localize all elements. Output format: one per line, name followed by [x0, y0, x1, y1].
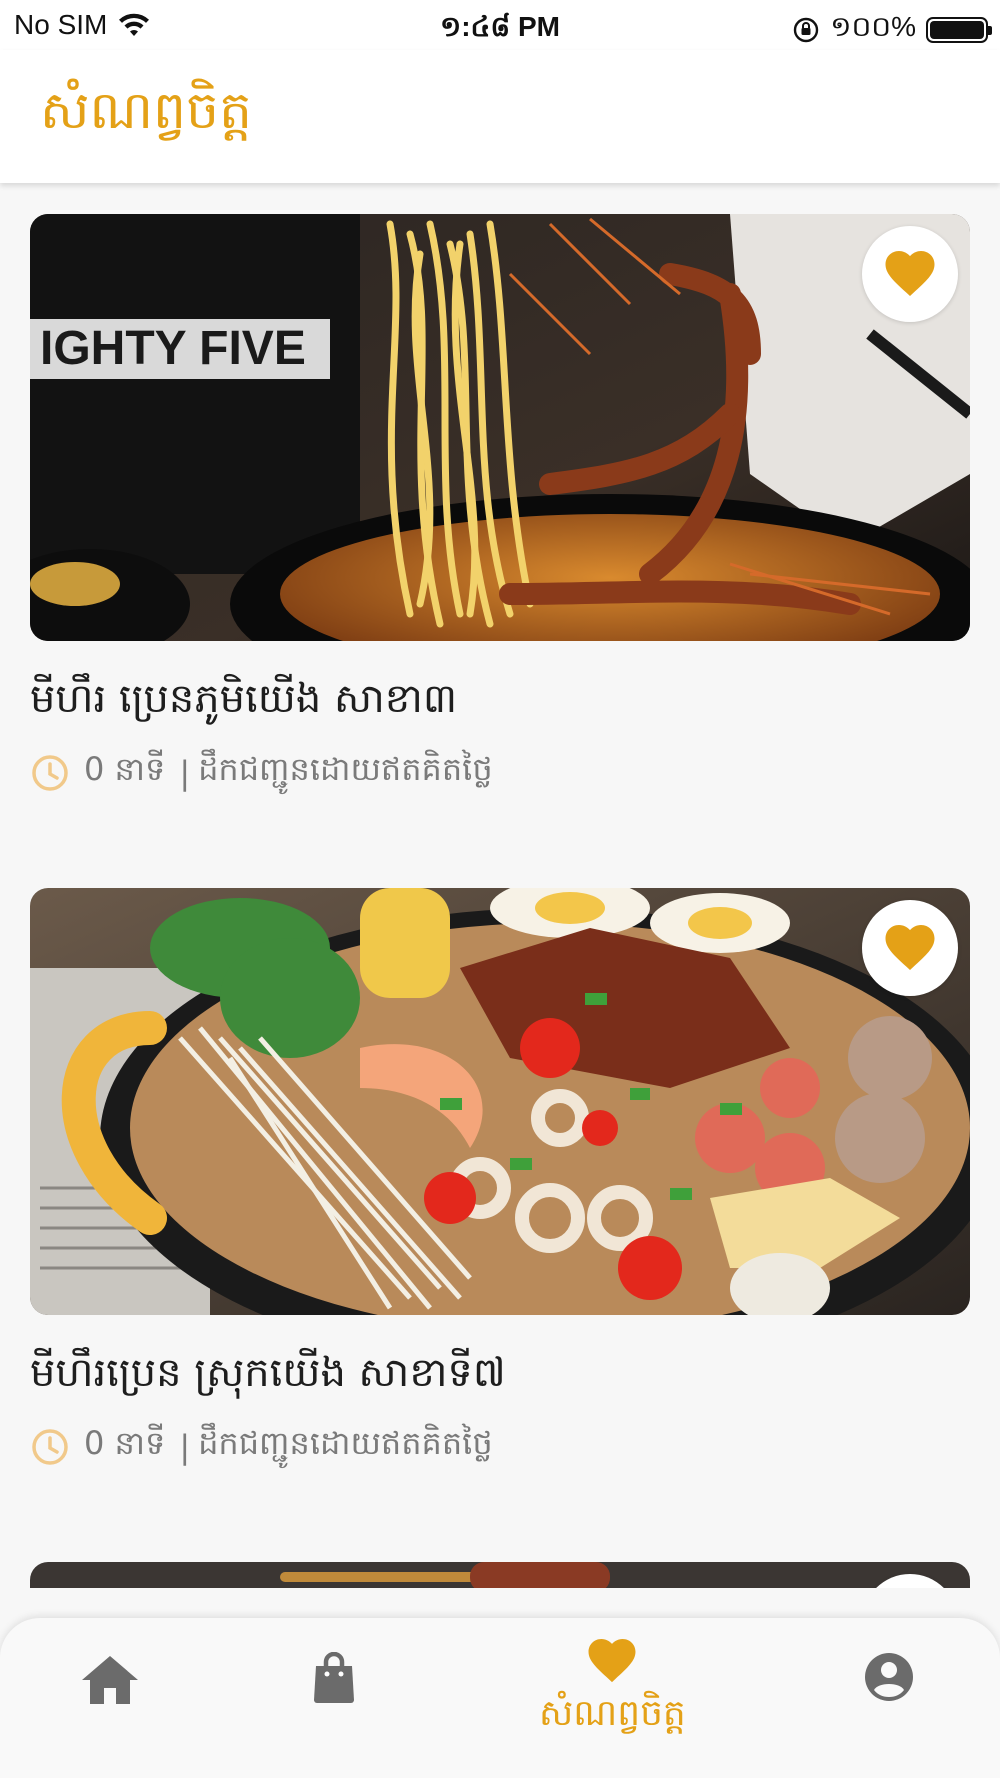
favorite-toggle-button[interactable]	[862, 900, 958, 996]
delivery-fee-label: ដឹកជញ្ជូនដោយឥតគិតថ្លៃ	[198, 750, 493, 788]
nav-item-account[interactable]	[864, 1652, 914, 1702]
nav-item-home[interactable]	[82, 1656, 138, 1706]
restaurant-image[interactable]	[30, 888, 970, 1315]
svg-text:IGHTY FIVE: IGHTY FIVE	[40, 322, 306, 375]
meta-separator: |	[179, 1427, 191, 1466]
delivery-fee-label: ដឹកជញ្ជូនដោយឥតគិតថ្លៃ	[198, 1424, 493, 1462]
heart-icon	[885, 925, 935, 970]
favorite-card[interactable]	[30, 1562, 970, 1588]
nav-item-favorites-label: សំណព្វចិត្ត	[539, 1693, 686, 1734]
app-header: សំណព្វចិត្ត	[0, 50, 1000, 183]
restaurant-name[interactable]: មីហឹរប្រេន ស្រុកយើង សាខាទី៧	[30, 1345, 970, 1401]
favorite-card[interactable]: IGHTY FIVE មីហឹរ ប្រេនភូមិយើង សាខា៣ 0 នា…	[30, 214, 970, 796]
favorite-toggle-button[interactable]	[862, 226, 958, 322]
restaurant-image[interactable]: IGHTY FIVE	[30, 214, 970, 641]
nav-item-favorites[interactable]: សំណព្វចិត្ត	[539, 1638, 686, 1743]
nav-item-orders[interactable]	[312, 1652, 356, 1704]
seafood-hotpot-photo	[30, 888, 970, 1315]
restaurant-image[interactable]	[30, 1562, 970, 1588]
bottom-navigation: សំណព្វចិត្ត	[0, 1618, 1000, 1778]
clock-icon	[32, 1428, 68, 1465]
delivery-duration: 0 នាទី	[84, 1424, 166, 1462]
home-icon	[82, 1656, 138, 1704]
noodle-hotpot-photo: IGHTY FIVE	[30, 214, 970, 641]
restaurant-meta: 0 នាទី | ដឹកជញ្ជូនដោយឥតគិតថ្លៃ	[30, 1423, 970, 1470]
battery-icon	[926, 16, 992, 43]
orientation-lock-icon	[794, 17, 819, 42]
meta-separator: |	[179, 753, 191, 792]
heart-icon	[885, 251, 935, 296]
restaurant-meta: 0 នាទី | ដឹកជញ្ជូនដោយឥតគិតថ្លៃ	[30, 749, 970, 796]
shopping-bag-icon	[314, 1652, 354, 1703]
page-title: សំណព្វចិត្ត	[40, 81, 253, 141]
delivery-duration: 0 នាទី	[84, 750, 166, 788]
status-right-group: ១០០%	[792, 9, 992, 50]
account-circle-icon	[865, 1653, 913, 1701]
favorites-list[interactable]: IGHTY FIVE មីហឹរ ប្រេនភូមិយើង សាខា៣ 0 នា…	[0, 183, 1000, 1588]
restaurant-name[interactable]: មីហឹរ ប្រេនភូមិយើង សាខា៣	[30, 671, 970, 727]
status-bar: No SIM ១:៤៨ PM ១០០%	[0, 0, 1000, 50]
favorite-card[interactable]: មីហឹរប្រេន ស្រុកយើង សាខាទី៧ 0 នាទី | ដឹក…	[30, 888, 970, 1470]
heart-icon	[588, 1638, 636, 1683]
clock-icon	[32, 754, 68, 791]
restaurant-photo-partial	[30, 1562, 970, 1588]
battery-percent: ១០០%	[830, 11, 916, 42]
